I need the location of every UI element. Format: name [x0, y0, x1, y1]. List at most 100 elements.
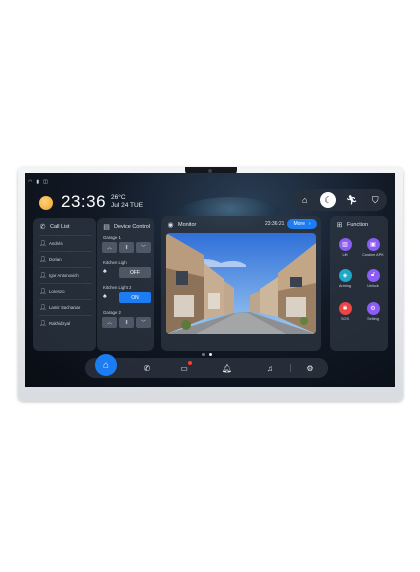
sun-icon: [39, 196, 53, 210]
mode-bar: ⌂ ☾ 🏃︎ ⛉: [293, 189, 387, 211]
monitor-panel[interactable]: ◉ Monitor 23:36:21 More ›: [161, 216, 321, 351]
chevron-down-icon: ﹀: [140, 245, 146, 251]
bell-icon: 🔔︎: [221, 363, 233, 373]
dock-home-button[interactable]: ⌂: [95, 354, 117, 376]
dock-message-button[interactable]: ▭: [177, 361, 192, 375]
garage-1-up-button[interactable]: ︿: [102, 242, 117, 253]
dock-phone-button[interactable]: ✆: [140, 361, 154, 375]
home-mode-button[interactable]: ⌂: [297, 192, 313, 208]
user-icon: 👤︎: [39, 289, 47, 295]
dock-settings-button[interactable]: ⚙: [303, 361, 317, 375]
divider: [39, 251, 92, 252]
pause-icon: ‖: [125, 244, 128, 251]
garage-1-controls: ︿ ‖ ﹀: [102, 242, 151, 253]
date: Jul 24 TUE: [111, 202, 144, 209]
lock-icon: ◫: [43, 179, 48, 185]
chevron-up-icon: ︿: [106, 320, 112, 326]
wifi-icon: ◠: [28, 179, 33, 185]
garage-1-down-button[interactable]: ﹀: [136, 242, 151, 253]
call-list-title: Call List: [50, 223, 70, 230]
bulb-icon: ♠: [103, 268, 107, 275]
garage-1-pause-button[interactable]: ‖: [119, 242, 134, 253]
lift-label: Lift: [342, 253, 348, 257]
grid-icon: ⊞: [336, 221, 343, 229]
phone-icon: ✆: [39, 223, 46, 231]
kitchen-light-label: Kitchen Ligh: [103, 260, 127, 265]
user-icon: 👤︎: [39, 321, 47, 327]
unlock-icon: 🔓︎: [366, 269, 380, 282]
custom-apk-label: Custom APK: [362, 253, 384, 257]
chevron-right-icon: ›: [308, 221, 311, 227]
divider: [39, 299, 92, 300]
camera-icon: ◉: [167, 221, 174, 229]
weather-info: 26°C Jul 24 TUE: [111, 194, 143, 210]
kitchen-light-2-toggle[interactable]: ON: [119, 292, 151, 303]
pause-icon: ‖: [125, 319, 128, 326]
dock-divider: [290, 364, 291, 372]
lift-button[interactable]: ▥ Lift: [330, 238, 360, 257]
contact-row[interactable]: 👤︎ Rakhidzyal: [39, 317, 92, 330]
sos-button[interactable]: ✱ SOS: [330, 302, 360, 321]
monitor-title: Monitor: [178, 221, 197, 228]
dock: ⌂ ✆ ▭ 🔔︎ ♫ ⚙: [85, 354, 328, 378]
music-icon: ♫: [267, 363, 273, 373]
contact-row[interactable]: 👤︎ Andrés: [39, 237, 92, 250]
garage-2-label: Garage 2: [103, 310, 121, 315]
camera-feed-image: [166, 233, 316, 334]
night-mode-button[interactable]: ☾: [320, 192, 337, 208]
contact-row[interactable]: 👤︎ Lorenzo: [39, 285, 92, 298]
camera-feed[interactable]: [166, 233, 316, 334]
garage-2-controls: ︿ ‖ ﹀: [102, 317, 151, 328]
device-control-title: Device Control: [114, 223, 151, 230]
dock-music-button[interactable]: ♫: [263, 361, 277, 375]
device-control-header: ▤ Device Control: [103, 223, 151, 231]
home-icon: ⌂: [302, 195, 308, 205]
away-icon: 🏃︎: [346, 194, 358, 205]
message-icon: ▭: [180, 363, 188, 373]
sos-icon: ✱: [338, 302, 352, 315]
chevron-down-icon: ﹀: [140, 320, 146, 326]
contact-row[interactable]: 👤︎ Lamir Sachaniar: [39, 301, 92, 314]
home-screen: ◠ ▮ ◫ 23:36 26°C Jul 24 TUE ⌂ ☾ 🏃︎ ⛉ ✆ C…: [25, 173, 395, 387]
contact-name: Rakhidzyal: [49, 321, 71, 326]
arming-button[interactable]: ◈ Arming: [330, 269, 360, 288]
more-label: More: [293, 221, 305, 227]
apk-icon: ▣: [366, 238, 380, 251]
home-icon: ⌂: [102, 359, 110, 371]
monitor-header: ◉ Monitor: [167, 221, 197, 229]
away-mode-button[interactable]: 🏃︎: [344, 192, 360, 208]
function-header: ⊞ Function: [336, 221, 369, 229]
page-dot-active[interactable]: [209, 353, 212, 356]
security-mode-button[interactable]: ⛉: [367, 192, 383, 208]
garage-2-up-button[interactable]: ︿: [102, 317, 117, 328]
function-title: Function: [347, 221, 369, 228]
arming-icon: ◈: [338, 269, 352, 282]
contact-name: Lorenzo: [49, 289, 65, 294]
setting-label: Setting: [367, 317, 379, 321]
user-icon: 👤︎: [39, 305, 47, 311]
garage-2-down-button[interactable]: ﹀: [136, 317, 151, 328]
custom-apk-button[interactable]: ▣ Custom APK: [358, 238, 388, 257]
clock-time: 23:36: [61, 192, 107, 211]
more-button[interactable]: More ›: [287, 219, 317, 229]
page-indicator: [202, 353, 212, 356]
user-icon: 👤︎: [39, 257, 47, 263]
divider: [39, 283, 92, 284]
chevron-up-icon: ︿: [106, 245, 112, 251]
user-icon: 👤︎: [39, 273, 47, 279]
dock-bell-button[interactable]: 🔔︎: [220, 361, 234, 375]
unlock-button[interactable]: 🔓︎ Unlock: [358, 269, 388, 288]
contact-name: Igor Antonovich: [49, 273, 79, 278]
shield-icon: ⛉: [371, 194, 379, 205]
contact-name: Lamir Sachaniar: [49, 305, 81, 310]
contact-row[interactable]: 👤︎ Igor Antonovich: [39, 269, 92, 282]
garage-2-pause-button[interactable]: ‖: [119, 317, 134, 328]
temperature: 26°C: [111, 194, 126, 201]
contact-row[interactable]: 👤︎ Dorian: [39, 253, 92, 266]
status-bar: ◠ ▮ ◫: [28, 178, 48, 186]
kitchen-light-toggle[interactable]: OFF: [119, 267, 151, 278]
device-control-panel: ▤ Device Control Garage 1 ︿ ‖ ﹀ Kitchen …: [97, 218, 154, 351]
divider: [39, 235, 92, 236]
page-dot[interactable]: [202, 353, 205, 356]
setting-button[interactable]: ⚙ Setting: [358, 302, 388, 321]
